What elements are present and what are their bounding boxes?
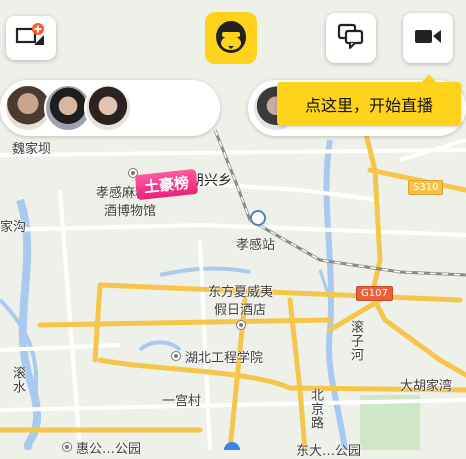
map-label-xiaogan-station: 孝感站 — [236, 238, 276, 253]
map-label-weijiaxiang: 魏家坝 — [12, 142, 52, 157]
screen-add-button[interactable] — [6, 16, 56, 60]
poi-university-icon — [171, 351, 181, 361]
map-label-museum-line2: 酒博物馆 — [104, 204, 157, 219]
road-badge-g107: G107 — [356, 286, 393, 301]
chat-icon — [336, 22, 366, 54]
map-label-yigongcun: 一宫村 — [162, 394, 202, 409]
bear-logo-icon — [212, 17, 250, 59]
map-label-dahujia: 大胡家湾 — [400, 379, 453, 394]
map-label-gunshui: 滚水 — [10, 366, 25, 394]
poi-hotel-icon — [236, 320, 246, 330]
video-camera-icon — [413, 25, 443, 51]
logo-button[interactable] — [205, 12, 257, 64]
map-label-hubei-engineering: 湖北工程学院 — [185, 351, 264, 366]
chat-button[interactable] — [326, 13, 376, 63]
start-live-tooltip[interactable]: 点这里，开始直播 — [277, 82, 461, 126]
video-button[interactable] — [403, 13, 453, 63]
map-label-park: 惠公…公园 — [76, 442, 142, 457]
screen-add-icon — [14, 21, 48, 55]
road-badge-s310: S310 — [408, 180, 444, 195]
poi-park-icon — [62, 442, 72, 452]
map-label-hotel-line2: 假日酒店 — [214, 303, 267, 318]
top-users-strip[interactable]: 土豪榜 — [0, 80, 220, 201]
map-label-jiagou: 家沟 — [0, 220, 27, 235]
map-label-hotel-line1: 东方夏威夷 — [208, 285, 274, 300]
avatar[interactable] — [84, 84, 132, 132]
map-label-beijing-road: 北京路 — [308, 388, 323, 430]
top-bar — [0, 0, 466, 74]
map-label-gunzi-river: 滚子河 — [348, 320, 363, 362]
